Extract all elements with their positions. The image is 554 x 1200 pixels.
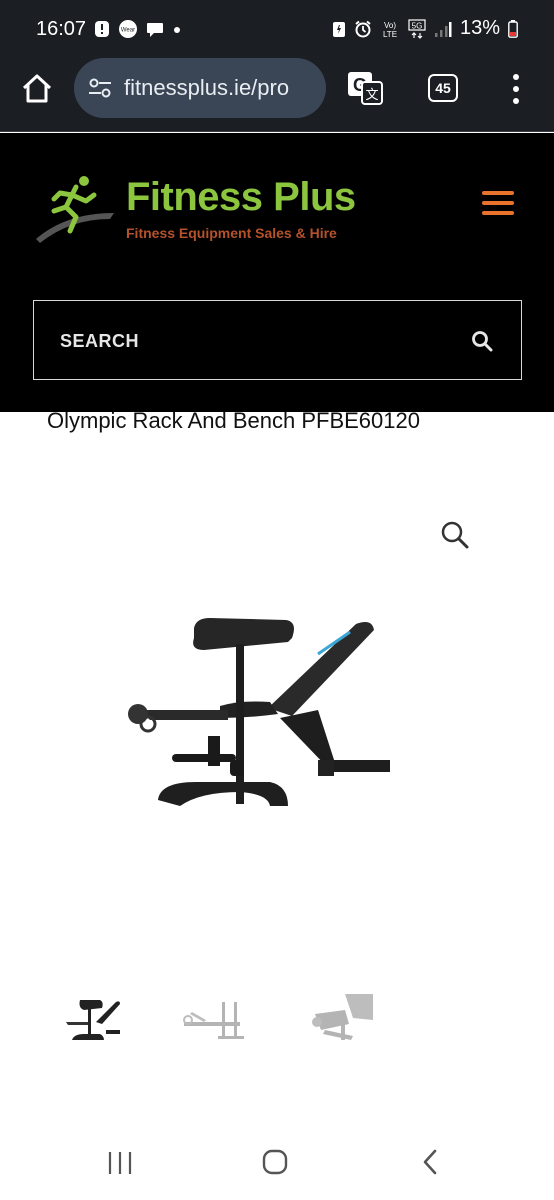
status-left-icons: Wear: [94, 20, 182, 38]
translate-icon[interactable]: G文: [346, 70, 384, 106]
home-circle-icon[interactable]: [262, 1149, 288, 1175]
battery-icon: [508, 19, 518, 38]
thumbnail-bench-side[interactable]: [178, 992, 248, 1052]
recents-icon[interactable]: [106, 1150, 134, 1176]
5g-icon: 5G: [408, 18, 426, 39]
logo-title: Fitness Plus: [126, 175, 356, 219]
battery-percent: 13%: [459, 17, 500, 39]
dot-icon: [174, 27, 180, 33]
logo-tagline: Fitness Equipment Sales & Hire: [126, 225, 337, 241]
product-title: Olympic Rack And Bench PFBE60120: [47, 408, 420, 433]
thumbnail-bench-angle[interactable]: [305, 990, 375, 1050]
search-input[interactable]: SEARCH: [33, 300, 522, 380]
alert-icon: [95, 21, 109, 37]
site-header: Fitness Plus Fitness Equipment Sales & H…: [0, 133, 554, 412]
status-time: 16:07: [36, 18, 87, 40]
search-placeholder: SEARCH: [60, 331, 140, 351]
system-nav-bar: [0, 1126, 554, 1200]
status-right: Vo) LTE 5G 13%: [332, 17, 518, 40]
signal-icon: [434, 21, 452, 37]
volte-icon: Vo)LTE: [383, 21, 397, 39]
home-icon[interactable]: [20, 72, 54, 106]
svg-text:Wear: Wear: [121, 28, 135, 34]
site-logo[interactable]: Fitness Plus Fitness Equipment Sales & H…: [36, 173, 376, 247]
zoom-icon[interactable]: [440, 520, 470, 550]
address-bar[interactable]: fitnessplus.ie/pro: [74, 58, 326, 118]
site-settings-icon[interactable]: [86, 74, 114, 102]
status-bar: 16:07 Wear Vo) LTE 5G 13%: [0, 0, 554, 58]
search-icon[interactable]: [471, 330, 493, 352]
thumbnail-bench-front[interactable]: [60, 990, 130, 1050]
wear-icon: Wear: [119, 20, 137, 38]
tabs-button[interactable]: 45: [428, 74, 458, 102]
svg-text:5G: 5G: [412, 21, 423, 30]
alarm-icon: [355, 20, 371, 37]
browser-toolbar: fitnessplus.ie/pro G文 45: [0, 58, 554, 132]
runner-logo-icon: [36, 176, 114, 243]
svg-text:文: 文: [365, 88, 378, 103]
back-icon[interactable]: [420, 1148, 440, 1176]
product-image[interactable]: [120, 610, 400, 830]
hamburger-menu-icon[interactable]: [482, 191, 514, 215]
svg-text:Vo): Vo): [384, 21, 396, 30]
data-saver-icon: [332, 21, 345, 37]
url-text: fitnessplus.ie/pro: [124, 75, 290, 100]
more-vert-icon[interactable]: [508, 74, 524, 104]
chat-icon: [147, 23, 163, 37]
svg-text:LTE: LTE: [383, 30, 397, 39]
